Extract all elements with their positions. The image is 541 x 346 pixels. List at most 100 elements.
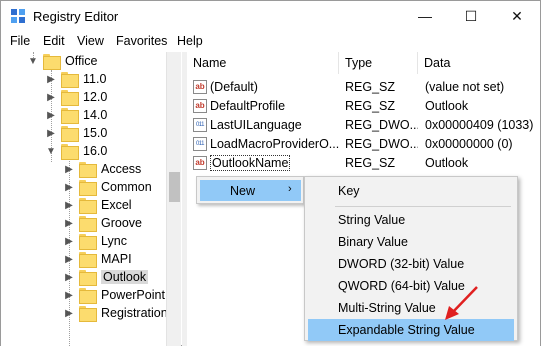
tree-item-label: MAPI <box>101 252 132 266</box>
expand-icon[interactable]: ▶ <box>63 232 75 250</box>
expand-icon[interactable]: ▶ <box>45 88 57 106</box>
tree-item-label: Common <box>101 180 152 194</box>
tree-item-12[interactable]: ▶ 12.0 <box>45 88 107 106</box>
tree-item-15[interactable]: ▶ 15.0 <box>45 124 107 142</box>
value-name: DefaultProfile <box>210 98 286 113</box>
tree-item-16[interactable]: ▼ 16.0 <box>45 142 107 160</box>
tree-item-label: 12.0 <box>83 90 108 104</box>
tree-item-registration[interactable]: ▶ Registration <box>63 304 168 322</box>
close-button[interactable]: ✕ <box>494 1 540 31</box>
key-tree[interactable]: ▼ Office ▶ 11.0 ▶ 12.0 ▶ 14.0 ▶ 15.0 ▼ 1… <box>1 52 181 346</box>
folder-icon <box>79 162 97 178</box>
registry-editor-window: Registry Editor — ☐ ✕ File Edit View Fav… <box>0 0 541 346</box>
value-name: (Default) <box>210 79 258 94</box>
collapse-icon[interactable]: ▼ <box>45 142 57 160</box>
context-menu: New › <box>196 176 304 204</box>
column-header-name[interactable]: Name <box>187 52 339 74</box>
tree-item-mapi[interactable]: ▶ MAPI <box>63 250 132 268</box>
folder-icon <box>61 126 79 142</box>
value-row[interactable]: 011 LastUILanguage REG_DWO... 0x00000409… <box>187 115 540 134</box>
tree-item-powerpoint[interactable]: ▶ PowerPoint <box>63 286 165 304</box>
folder-icon <box>61 108 79 124</box>
submenu-arrow-icon: › <box>288 183 292 195</box>
maximize-button[interactable]: ☐ <box>448 1 494 31</box>
menu-view[interactable]: View <box>77 34 104 48</box>
expand-icon[interactable]: ▶ <box>63 250 75 268</box>
expand-icon[interactable]: ▶ <box>63 214 75 232</box>
expand-icon[interactable]: ▶ <box>63 286 75 304</box>
submenu-dword-value[interactable]: DWORD (32-bit) Value <box>308 253 514 275</box>
scrollbar-thumb[interactable] <box>169 172 180 202</box>
expand-icon[interactable]: ▶ <box>45 70 57 88</box>
value-data: 0x00000000 (0) <box>425 136 513 151</box>
submenu-binary-value[interactable]: Binary Value <box>308 231 514 253</box>
folder-icon <box>79 180 97 196</box>
expand-icon[interactable]: ▶ <box>63 304 75 322</box>
value-data: 0x00000409 (1033) <box>425 117 534 132</box>
tree-item-label: 11.0 <box>83 72 107 86</box>
submenu-key[interactable]: Key <box>308 180 514 202</box>
tree-item-label: 16.0 <box>83 144 108 158</box>
tree-item-label: Outlook <box>101 270 149 284</box>
expand-icon[interactable]: ▶ <box>63 178 75 196</box>
value-data: Outlook <box>425 155 469 170</box>
expand-icon[interactable]: ▶ <box>63 160 75 178</box>
tree-item-common[interactable]: ▶ Common <box>63 178 152 196</box>
menu-file[interactable]: File <box>10 34 30 48</box>
folder-icon <box>61 90 79 106</box>
value-row[interactable]: ab (Default) REG_SZ (value not set) <box>187 77 540 96</box>
tree-item-11[interactable]: ▶ 11.0 <box>45 70 106 88</box>
value-row[interactable]: ab OutlookName REG_SZ Outlook <box>187 153 540 172</box>
tree-item-label: Registration <box>101 306 168 320</box>
value-row[interactable]: ab DefaultProfile REG_SZ Outlook <box>187 96 540 115</box>
tree-scrollbar[interactable] <box>166 52 181 346</box>
value-type: REG_SZ <box>345 98 396 113</box>
submenu-multi-string-value[interactable]: Multi-String Value <box>308 297 514 319</box>
expand-icon[interactable]: ▶ <box>63 268 75 286</box>
submenu-item-label: Binary Value <box>338 235 408 249</box>
folder-icon <box>79 270 97 286</box>
column-header-data[interactable]: Data <box>418 52 540 74</box>
value-row[interactable]: 011 LoadMacroProviderO... REG_DWO... 0x0… <box>187 134 540 153</box>
expand-icon[interactable]: ▶ <box>63 196 75 214</box>
minimize-button[interactable]: — <box>402 1 448 31</box>
folder-icon <box>79 288 97 304</box>
value-data: (value not set) <box>425 79 505 94</box>
expand-icon[interactable]: ▶ <box>45 106 57 124</box>
tree-item-label: PowerPoint <box>101 288 165 302</box>
submenu-item-label: String Value <box>338 213 406 227</box>
submenu-item-label: Multi-String Value <box>338 301 436 315</box>
folder-icon <box>43 54 61 70</box>
tree-item-label: 15.0 <box>83 126 108 140</box>
submenu-expandable-string-value[interactable]: Expandable String Value <box>308 319 514 341</box>
submenu-qword-value[interactable]: QWORD (64-bit) Value <box>308 275 514 297</box>
tree-item-label: Excel <box>101 198 132 212</box>
folder-icon <box>79 252 97 268</box>
menu-favorites[interactable]: Favorites <box>116 34 167 48</box>
menu-edit[interactable]: Edit <box>43 34 65 48</box>
tree-item-excel[interactable]: ▶ Excel <box>63 196 132 214</box>
collapse-icon[interactable]: ▼ <box>27 52 39 70</box>
submenu-string-value[interactable]: String Value <box>308 209 514 231</box>
folder-icon <box>79 234 97 250</box>
tree-item-lync[interactable]: ▶ Lync <box>63 232 127 250</box>
column-header-type[interactable]: Type <box>339 52 418 74</box>
new-submenu: Key String Value Binary Value DWORD (32-… <box>304 176 518 341</box>
menu-help[interactable]: Help <box>177 34 203 48</box>
title-bar: Registry Editor — ☐ ✕ <box>1 1 540 31</box>
submenu-separator <box>335 206 511 207</box>
string-value-icon: ab <box>193 98 207 113</box>
value-type: REG_SZ <box>345 79 396 94</box>
tree-item-office[interactable]: ▼ Office <box>27 52 97 70</box>
tree-item-outlook[interactable]: ▶ Outlook <box>63 268 149 286</box>
tree-item-access[interactable]: ▶ Access <box>63 160 141 178</box>
tree-item-label: Groove <box>101 216 142 230</box>
submenu-item-label: DWORD (32-bit) Value <box>338 257 465 271</box>
expand-icon[interactable]: ▶ <box>45 124 57 142</box>
tree-item-groove[interactable]: ▶ Groove <box>63 214 142 232</box>
folder-icon <box>61 144 79 160</box>
folder-icon <box>79 306 97 322</box>
context-menu-new[interactable]: New › <box>200 180 301 201</box>
tree-item-14[interactable]: ▶ 14.0 <box>45 106 107 124</box>
window-title: Registry Editor <box>33 9 119 24</box>
